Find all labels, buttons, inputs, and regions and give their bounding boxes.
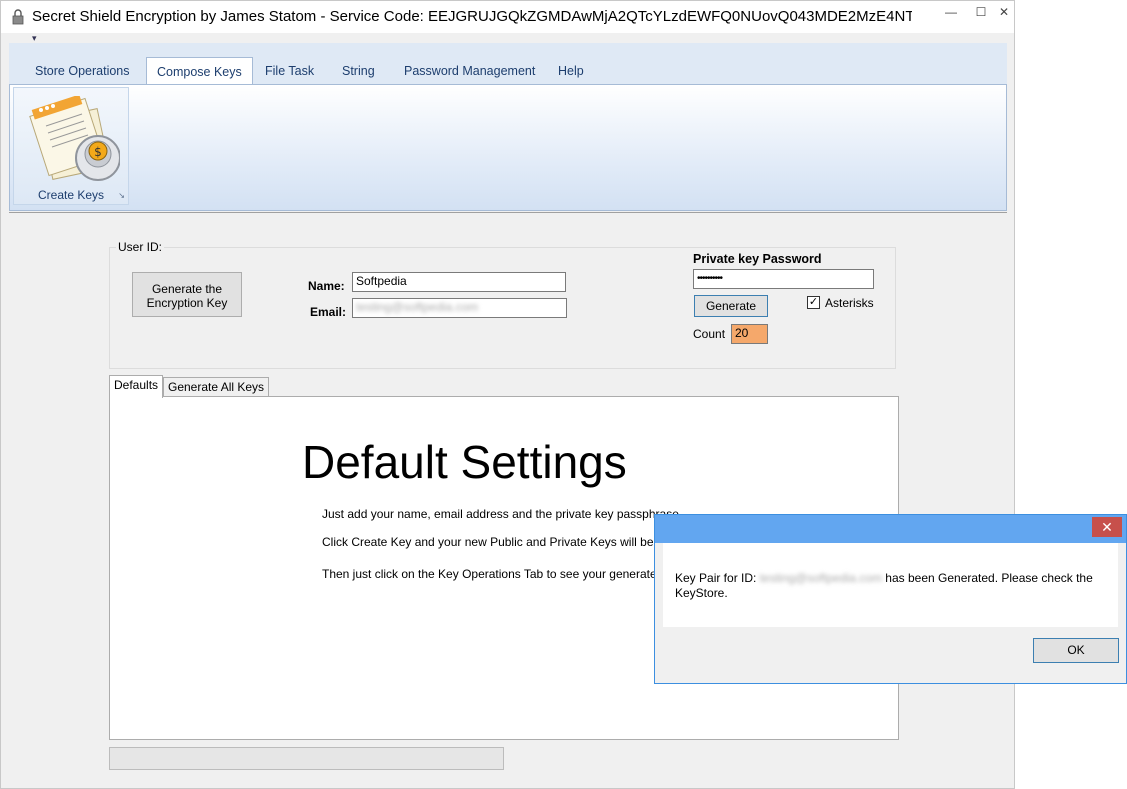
- ribbon-tab-bar: Store Operations Compose Keys File Task …: [9, 43, 1007, 86]
- svg-text:$: $: [94, 145, 102, 159]
- close-button[interactable]: ✕: [996, 3, 1012, 21]
- instruction-line-3: Then just click on the Key Operations Ta…: [322, 567, 688, 581]
- default-settings-heading: Default Settings: [302, 436, 627, 488]
- count-label: Count: [693, 327, 726, 341]
- asterisks-label: Asterisks: [825, 296, 874, 310]
- generate-encryption-key-button[interactable]: Generate the Encryption Key: [132, 272, 242, 317]
- dialog-title-bar: ✕: [655, 515, 1126, 543]
- minimize-button[interactable]: —: [936, 3, 966, 21]
- tab-generate-all-keys[interactable]: Generate All Keys: [163, 377, 270, 396]
- create-keys-label: Create Keys: [37, 188, 105, 202]
- dialog-close-button[interactable]: ✕: [1092, 517, 1122, 537]
- instruction-line-2: Click Create Key and your new Public and…: [322, 535, 697, 549]
- email-value: testing@softpedia.com: [356, 300, 479, 314]
- private-key-password-title: Private key Password: [693, 252, 822, 266]
- tab-string[interactable]: String: [332, 57, 385, 85]
- dialog-message-prefix: Key Pair for ID:: [675, 571, 757, 585]
- create-keys-button[interactable]: $ Create Keys ↘: [13, 87, 129, 205]
- lock-icon: [12, 9, 24, 25]
- generate-password-button[interactable]: Generate: [694, 295, 768, 317]
- private-key-password-field[interactable]: ••••••••••: [693, 269, 874, 289]
- asterisks-checkbox[interactable]: ✓: [807, 296, 820, 309]
- tab-file-task[interactable]: File Task: [255, 57, 324, 85]
- dialog-launcher-icon[interactable]: ↘: [118, 191, 125, 200]
- title-bar: Secret Shield Encryption by James Statom…: [1, 1, 1014, 33]
- count-field[interactable]: 20: [731, 324, 768, 344]
- ok-button[interactable]: OK: [1033, 638, 1119, 663]
- tab-compose-keys[interactable]: Compose Keys: [146, 57, 253, 86]
- dialog-message-id: testing@softpedia.com: [759, 571, 882, 585]
- name-label: Name:: [308, 279, 345, 293]
- name-field[interactable]: Softpedia: [352, 272, 566, 292]
- user-id-group: User ID: Generate the Encryption Key Nam…: [109, 240, 896, 369]
- user-id-group-title: User ID:: [116, 240, 165, 254]
- email-field[interactable]: testing@softpedia.com: [352, 298, 567, 318]
- dialog-footer: OK: [663, 627, 1119, 677]
- window-title: Secret Shield Encryption by James Statom…: [32, 8, 912, 25]
- ribbon-panel: $ Create Keys ↘: [9, 84, 1007, 211]
- maximize-button[interactable]: ☐: [966, 3, 996, 21]
- progress-bar: [109, 747, 504, 770]
- keys-document-icon: $: [29, 96, 120, 181]
- dialog-body: Key Pair for ID: testing@softpedia.com h…: [663, 543, 1118, 627]
- email-label: Email:: [310, 305, 347, 319]
- tab-password-management[interactable]: Password Management: [394, 57, 545, 85]
- tab-defaults[interactable]: Defaults: [109, 375, 164, 398]
- tab-help[interactable]: Help: [548, 57, 594, 85]
- main-content: User ID: Generate the Encryption Key Nam…: [9, 212, 1007, 783]
- key-generated-dialog: ✕ Key Pair for ID: testing@softpedia.com…: [654, 514, 1127, 684]
- tab-store-operations[interactable]: Store Operations: [25, 57, 140, 85]
- dialog-message: Key Pair for ID: testing@softpedia.com h…: [675, 571, 1105, 601]
- instruction-line-1: Just add your name, email address and th…: [322, 507, 683, 521]
